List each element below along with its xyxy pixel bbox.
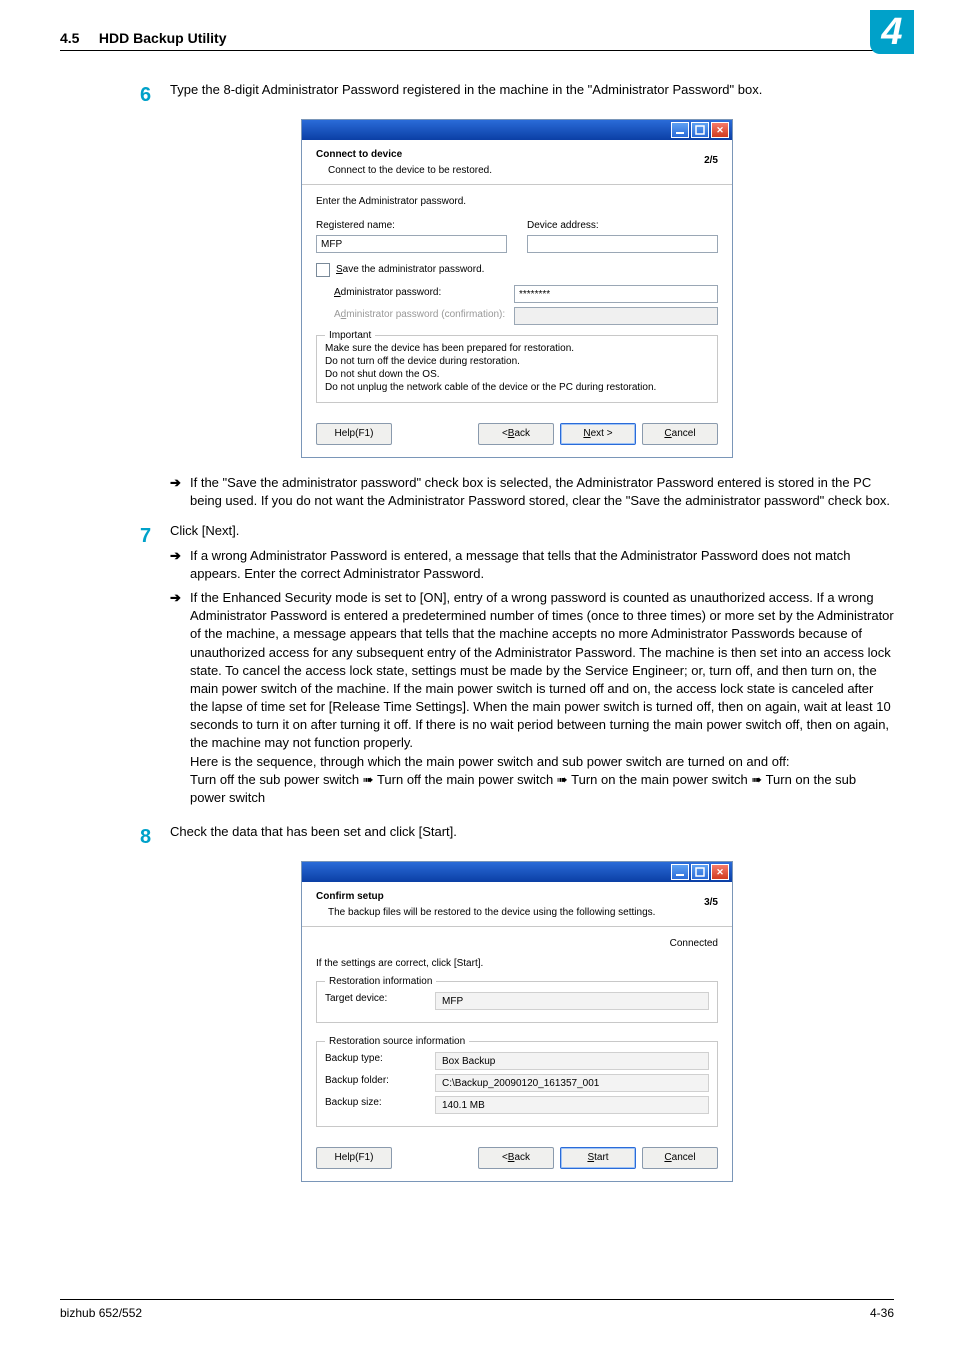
bullet-row: ➔ If the Enhanced Security mode is set t… bbox=[170, 589, 894, 807]
important-line: Make sure the device has been prepared f… bbox=[325, 342, 709, 355]
admin-password-confirm-input bbox=[514, 307, 718, 325]
maximize-icon[interactable] bbox=[691, 864, 709, 880]
dialog-pager: 2/5 bbox=[704, 154, 718, 168]
footer-page: 4-36 bbox=[870, 1306, 894, 1320]
step-number: 8 bbox=[140, 823, 170, 851]
restoration-source-group: Restoration source information Backup ty… bbox=[316, 1041, 718, 1127]
instruction-label: If the settings are correct, click [Star… bbox=[316, 957, 718, 971]
section-number: 4.5 bbox=[60, 30, 79, 46]
cancel-button[interactable]: Cancel bbox=[642, 423, 718, 445]
close-icon[interactable]: ✕ bbox=[711, 122, 729, 138]
restoration-info-group: Restoration information Target device: M… bbox=[316, 981, 718, 1023]
important-group: Important Make sure the device has been … bbox=[316, 335, 718, 403]
backup-type-value: Box Backup bbox=[435, 1052, 709, 1070]
step-number: 7 bbox=[140, 522, 170, 813]
step-text: Click [Next]. bbox=[170, 522, 894, 540]
step-text: Check the data that has been set and cli… bbox=[170, 823, 894, 851]
cancel-button[interactable]: Cancel bbox=[642, 1147, 718, 1169]
group-legend: Restoration source information bbox=[325, 1035, 469, 1049]
start-button[interactable]: Start bbox=[560, 1147, 636, 1169]
minimize-icon[interactable] bbox=[671, 864, 689, 880]
help-button[interactable]: Help(F1) bbox=[316, 1147, 392, 1169]
backup-type-label: Backup type: bbox=[325, 1052, 435, 1070]
connected-label: Connected bbox=[316, 937, 718, 951]
chapter-badge: 4 bbox=[870, 10, 914, 54]
step-number: 6 bbox=[140, 81, 170, 109]
save-password-checkbox[interactable] bbox=[316, 263, 330, 277]
note-text: If the "Save the administrator password"… bbox=[190, 474, 894, 510]
back-button[interactable]: < Back bbox=[478, 423, 554, 445]
footer-model: bizhub 652/552 bbox=[60, 1306, 142, 1320]
arrow-icon: ➔ bbox=[170, 474, 190, 510]
next-button[interactable]: Next > bbox=[560, 423, 636, 445]
device-address-input[interactable] bbox=[527, 235, 718, 253]
step-text: Type the 8-digit Administrator Password … bbox=[170, 81, 894, 109]
step-7: 7 Click [Next]. ➔ If a wrong Administrat… bbox=[140, 522, 894, 813]
step-8: 8 Check the data that has been set and c… bbox=[140, 823, 894, 851]
dialog-connect-to-device: ✕ Connect to device Connect to the devic… bbox=[301, 119, 733, 458]
close-icon[interactable]: ✕ bbox=[711, 864, 729, 880]
important-line: Do not turn off the device during restor… bbox=[325, 355, 709, 368]
admin-password-confirm-label: Administrator password (confirmation): bbox=[334, 308, 514, 322]
save-password-label: SSave the administrator password.ave the… bbox=[336, 263, 484, 277]
backup-size-value: 140.1 MB bbox=[435, 1096, 709, 1114]
target-device-label: Target device: bbox=[325, 992, 435, 1010]
arrow-icon: ➔ bbox=[170, 547, 190, 583]
dialog-subtitle: Connect to the device to be restored. bbox=[328, 164, 718, 178]
dialog-title: Connect to device bbox=[316, 148, 718, 162]
dialog-title: Confirm setup bbox=[316, 890, 718, 904]
admin-password-label: Administrator password: bbox=[334, 286, 514, 300]
backup-size-label: Backup size: bbox=[325, 1096, 435, 1114]
registered-name-input[interactable] bbox=[316, 235, 507, 253]
maximize-icon[interactable] bbox=[691, 122, 709, 138]
important-line: Do not unplug the network cable of the d… bbox=[325, 381, 709, 394]
bullet-row: ➔ If a wrong Administrator Password is e… bbox=[170, 547, 894, 583]
backup-folder-value: C:\Backup_20090120_161357_001 bbox=[435, 1074, 709, 1092]
dialog-subtitle: The backup files will be restored to the… bbox=[328, 906, 718, 920]
backup-folder-label: Backup folder: bbox=[325, 1074, 435, 1092]
back-button[interactable]: < Back bbox=[478, 1147, 554, 1169]
bullet-text: If the Enhanced Security mode is set to … bbox=[190, 589, 894, 807]
important-legend: Important bbox=[325, 329, 375, 343]
section-title: HDD Backup Utility bbox=[99, 30, 227, 46]
minimize-icon[interactable] bbox=[671, 122, 689, 138]
device-address-label: Device address: bbox=[527, 219, 718, 233]
admin-password-input[interactable] bbox=[514, 285, 718, 303]
arrow-icon: ➔ bbox=[170, 589, 190, 807]
dialog-pager: 3/5 bbox=[704, 896, 718, 910]
group-legend: Restoration information bbox=[325, 975, 436, 989]
bullet-text: If a wrong Administrator Password is ent… bbox=[190, 547, 894, 583]
note-row: ➔ If the "Save the administrator passwor… bbox=[170, 474, 894, 510]
registered-name-label: Registered name: bbox=[316, 219, 507, 233]
target-device-value: MFP bbox=[435, 992, 709, 1010]
important-line: Do not shut down the OS. bbox=[325, 368, 709, 381]
instruction-label: Enter the Administrator password. bbox=[316, 195, 718, 209]
step-6: 6 Type the 8-digit Administrator Passwor… bbox=[140, 81, 894, 109]
dialog-titlebar: ✕ bbox=[302, 862, 732, 882]
dialog-confirm-setup: ✕ Confirm setup The backup files will be… bbox=[301, 861, 733, 1182]
help-button[interactable]: Help(F1) bbox=[316, 423, 392, 445]
dialog-titlebar: ✕ bbox=[302, 120, 732, 140]
